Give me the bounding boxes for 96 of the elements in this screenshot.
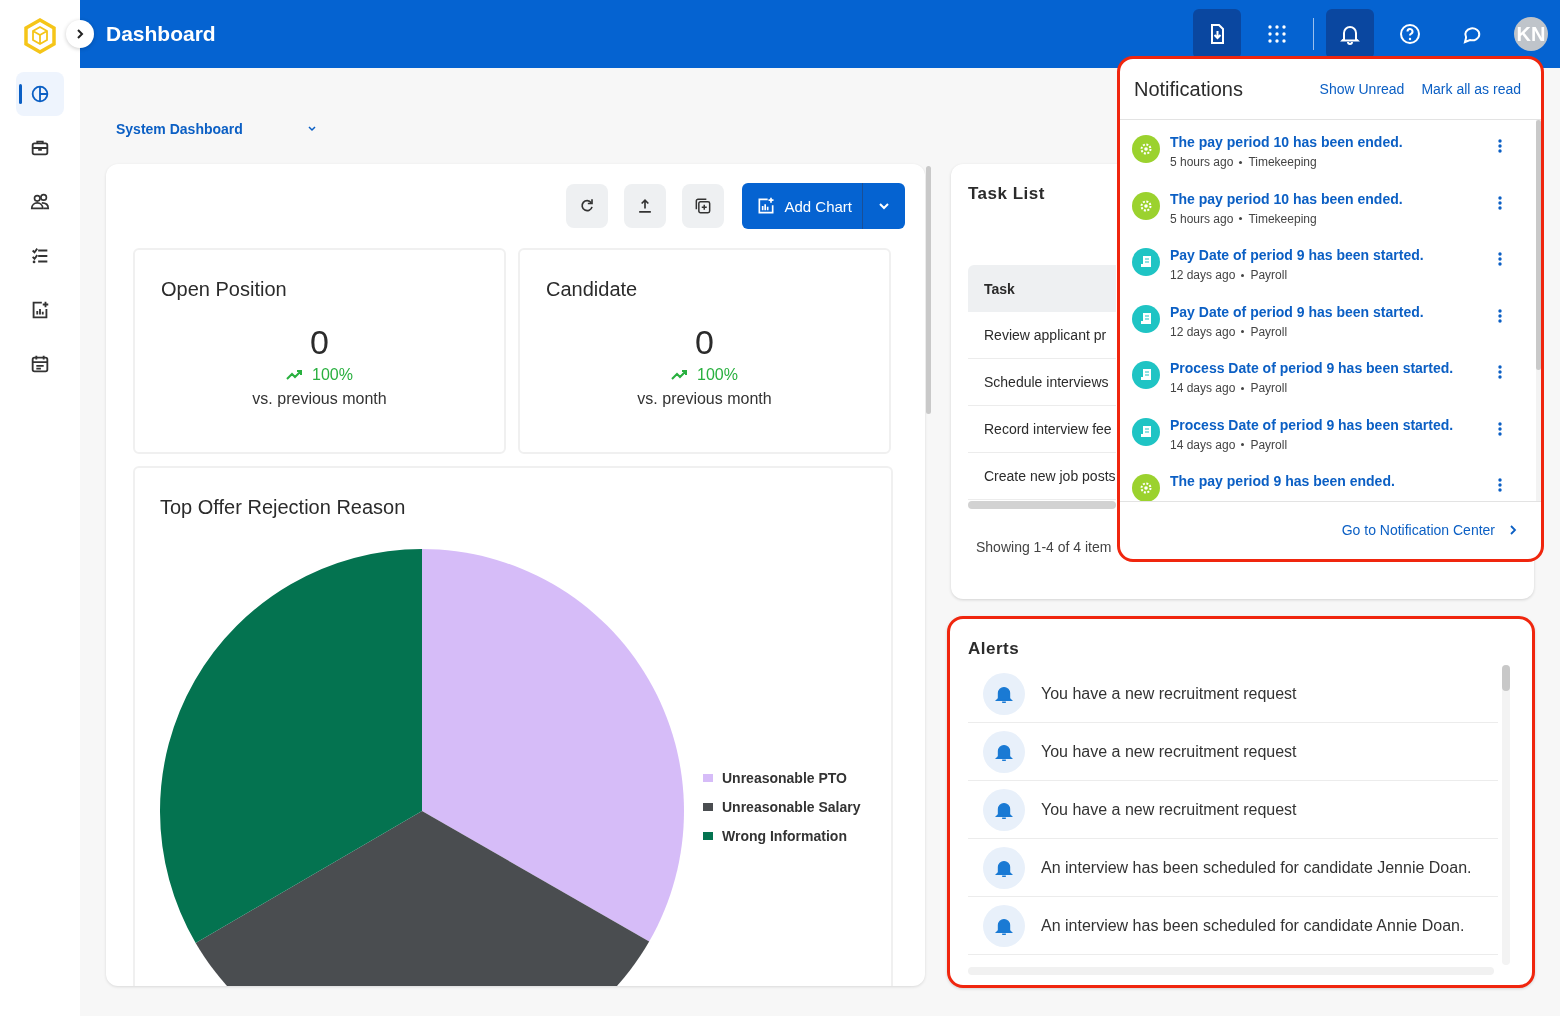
notification-title[interactable]: Pay Date of period 9 has been started. — [1170, 303, 1484, 320]
bell-icon — [983, 846, 1025, 889]
upload-button[interactable] — [624, 184, 667, 228]
separator-dot — [1241, 386, 1245, 390]
stat-caption: vs. previous month — [637, 390, 772, 408]
stat-title: Candidate — [546, 278, 639, 301]
more-vertical-icon — [1498, 194, 1502, 211]
gear-icon — [1132, 135, 1160, 163]
notification-time: 14 days ago — [1170, 437, 1236, 452]
notification-title[interactable]: Pay Date of period 9 has been started. — [1170, 247, 1484, 263]
alert-text[interactable]: An interview has been scheduled for candidate Jennie Doan. — [1041, 858, 1472, 877]
notification-source: Payroll — [1250, 324, 1288, 339]
refresh-button[interactable] — [566, 184, 609, 228]
separator-dot — [1239, 217, 1243, 220]
notification-title[interactable]: The pay period 10 has been ended. — [1170, 190, 1484, 207]
more-vertical-icon — [1498, 251, 1502, 267]
notification-source: Payroll — [1250, 268, 1288, 282]
scrollbar-thumb[interactable] — [1502, 665, 1510, 691]
sidebar-item[interactable] — [16, 72, 64, 116]
more-vertical-icon — [1498, 420, 1502, 437]
chevron-down-icon — [306, 125, 317, 133]
stat-change: 100% — [312, 366, 353, 384]
scrollbar-thumb[interactable] — [926, 166, 931, 414]
pie-chart-icon — [29, 83, 51, 105]
help-icon — [1398, 22, 1422, 46]
separator-dot — [1241, 273, 1245, 277]
notification-title[interactable]: Process Date of period 9 has been started. — [1170, 360, 1484, 376]
card-title: Task List — [968, 184, 1045, 204]
gear-icon — [1132, 474, 1160, 501]
notification-source: Payroll — [1250, 437, 1288, 452]
notification-title[interactable]: Process Date of period 9 has been started. — [1170, 416, 1484, 433]
notification-center-link[interactable]: Go to Notification Center — [1341, 522, 1517, 538]
duplicate-button[interactable] — [682, 184, 725, 228]
chart-plus-icon — [756, 196, 777, 216]
legend-label: Unreasonable PTO — [722, 770, 847, 786]
separator-dot — [1241, 330, 1245, 333]
table-cell: Create new job posts — [968, 453, 1116, 500]
logo-icon — [23, 18, 57, 54]
notification-time: 12 days ago — [1170, 324, 1236, 339]
trend-up-icon — [286, 369, 305, 381]
panel-action-link[interactable]: Show Unread — [1319, 81, 1405, 97]
chevron-right-icon — [74, 28, 86, 40]
notification-source: Timekeeping — [1248, 155, 1317, 169]
bell-icon — [983, 904, 1025, 947]
stat-value: 0 — [695, 323, 714, 362]
trend-up-icon — [671, 369, 690, 381]
apps-grid-icon — [1265, 22, 1289, 46]
alert-text[interactable]: You have a new recruitment request — [1041, 684, 1297, 703]
alert-text[interactable]: You have a new recruitment request — [1041, 800, 1297, 819]
gear-icon — [1132, 191, 1160, 220]
bell-icon — [983, 672, 1025, 715]
receipt-icon — [1132, 248, 1160, 276]
legend-label: Unreasonable Salary — [722, 799, 861, 815]
scrollbar[interactable] — [968, 501, 1116, 509]
notifications-button[interactable] — [1326, 9, 1374, 59]
bell-icon — [983, 730, 1025, 773]
notification-title[interactable]: The pay period 10 has been ended. — [1170, 134, 1484, 150]
alert-text[interactable]: You have a new recruitment request — [1041, 742, 1297, 761]
notification-title[interactable]: The pay period 9 has been ended. — [1170, 473, 1484, 489]
more-vertical-icon — [1498, 477, 1502, 493]
scrollbar-thumb[interactable] — [1536, 120, 1541, 370]
table-cell: Review applicant pr — [968, 312, 1116, 359]
alert-text[interactable]: An interview has been scheduled for candidate Annie Doan. — [1041, 916, 1465, 935]
receipt-icon — [1132, 361, 1160, 389]
calendar-icon — [29, 353, 51, 375]
pagination-summary: Showing 1-4 of 4 item — [976, 539, 1113, 555]
notification-source: Payroll — [1250, 381, 1288, 395]
notification-time: 14 days ago — [1170, 381, 1236, 395]
notification-time: 12 days ago — [1170, 268, 1236, 282]
more-vertical-icon — [1498, 364, 1502, 380]
receipt-icon — [1132, 304, 1160, 333]
page-title: Dashboard — [106, 22, 217, 46]
legend-label: Wrong Information — [722, 828, 847, 844]
stat-value: 0 — [310, 323, 329, 362]
stat-title: Open Position — [161, 278, 288, 301]
chart-title: Top Offer Rejection Reason — [160, 496, 407, 519]
table-cell: Record interview fee — [968, 406, 1116, 453]
stat-caption: vs. previous month — [252, 390, 387, 408]
column-header: Task — [968, 265, 1116, 312]
card-title: Alerts — [968, 639, 1020, 659]
separator-dot — [1241, 443, 1245, 446]
dashboard-dropdown[interactable]: System Dashboard — [116, 121, 317, 137]
download-file-button[interactable] — [1193, 9, 1241, 59]
notification-source: Timekeeping — [1248, 211, 1317, 226]
notification-time: 5 hours ago — [1170, 155, 1234, 169]
chevron-right-icon — [1509, 524, 1517, 536]
more-vertical-icon — [1498, 138, 1502, 154]
stat-change: 100% — [697, 366, 738, 384]
separator-dot — [1239, 160, 1243, 164]
bell-icon — [983, 788, 1025, 831]
receipt-icon — [1132, 417, 1160, 446]
notification-time: 5 hours ago — [1170, 211, 1234, 226]
panel-action-link[interactable]: Mark all as read — [1421, 81, 1521, 97]
more-vertical-icon — [1498, 307, 1502, 324]
table-cell: Schedule interviews — [968, 359, 1116, 406]
panel-title: Notifications — [1134, 77, 1244, 101]
